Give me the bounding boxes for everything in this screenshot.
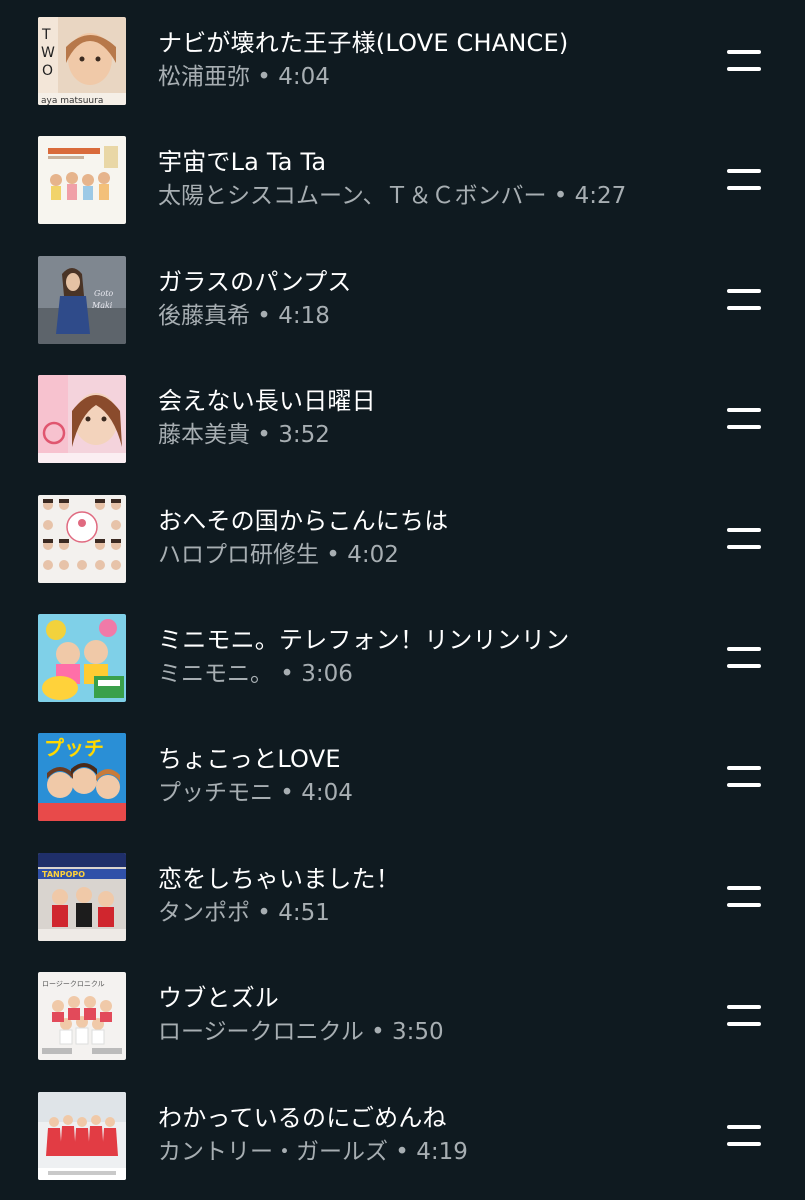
drag-handle-icon[interactable] (722, 643, 766, 673)
track-subtitle: 後藤真希 • 4:18 (158, 302, 330, 329)
track-title: ナビが壊れた王子様(LOVE CHANCE) (158, 29, 569, 57)
track-subtitle: ハロプロ研修生 • 4:02 (158, 541, 399, 568)
track-title: ウブとズル (158, 984, 279, 1013)
album-cover[interactable]: Goto Maki (38, 255, 126, 344)
album-cover[interactable] (38, 614, 126, 702)
svg-text:Maki: Maki (91, 301, 113, 310)
svg-text:プッチ: プッチ (44, 736, 104, 760)
track-subtitle: 松浦亜弥 • 4:04 (158, 64, 330, 90)
album-art-caption: TANPOPO (42, 870, 85, 879)
album-art-caption: aya matsuura (41, 96, 103, 105)
track-row[interactable]: プッチ ちょこっとLOVE プッチモニ • 4:04 (0, 716, 805, 835)
drag-handle-icon[interactable] (722, 882, 766, 912)
album-art-9: ロージークロニクル (38, 972, 126, 1061)
svg-text:Goto: Goto (94, 289, 113, 298)
track-row[interactable]: おへその国からこんにちは ハロプロ研修生 • 4:02 (0, 478, 805, 597)
track-row[interactable]: ロージークロニクル ウブとズル ロージークロニクル • 3:50 (0, 955, 805, 1074)
track-title: 宇宙でLa Ta Ta (158, 148, 327, 177)
album-art-1: T W O aya matsuura (38, 17, 126, 105)
track-title: 恋をしちゃいました！ (158, 864, 400, 893)
album-art-6 (38, 614, 126, 702)
album-cover[interactable] (38, 1091, 126, 1180)
album-cover[interactable]: プッチ (38, 733, 126, 822)
track-subtitle: カントリー・ガールズ • 4:19 (158, 1138, 468, 1165)
album-art-5 (38, 494, 126, 583)
track-subtitle: 藤本美貴 • 3:52 (158, 422, 330, 449)
track-row[interactable]: T W O aya matsuura ナビが壊れた王子様(LOVE CHANCE… (0, 0, 805, 119)
track-row[interactable]: ミニモニ。テレフォン！リンリンリン ミニモニ。 • 3:06 (0, 597, 805, 716)
track-title: ミニモニ。テレフォン！リンリンリン (158, 626, 570, 654)
album-cover[interactable]: ロージークロニクル (38, 972, 126, 1061)
svg-text:W: W (41, 45, 55, 61)
drag-handle-icon[interactable] (722, 1001, 766, 1031)
album-art-7: プッチ (38, 733, 126, 822)
album-art-10 (38, 1091, 126, 1180)
svg-text:O: O (42, 63, 53, 79)
track-title: ガラスのパンプス (158, 267, 352, 296)
track-row[interactable]: Goto Maki ガラスのパンプス 後藤真希 • 4:18 (0, 239, 805, 358)
track-subtitle: 太陽とシスコムーン、Ｔ＆Ｃボンバー • 4:27 (158, 183, 627, 210)
track-subtitle: ロージークロニクル • 3:50 (158, 1019, 444, 1046)
track-row[interactable]: TANPOPO 恋をしちゃいました！ タンポポ • 4:51 (0, 836, 805, 955)
track-row[interactable]: 会えない長い日曜日 藤本美貴 • 3:52 (0, 358, 805, 477)
track-subtitle: プッチモニ • 4:04 (158, 780, 353, 807)
album-art-caption: ロージークロニクル (42, 980, 105, 988)
drag-handle-icon[interactable] (722, 165, 766, 195)
track-subtitle: ミニモニ。 • 3:06 (158, 661, 353, 687)
drag-handle-icon[interactable] (722, 762, 766, 792)
track-title: おへその国からこんにちは (158, 506, 449, 535)
drag-handle-icon[interactable] (722, 46, 766, 76)
track-row[interactable]: 宇宙でLa Ta Ta 太陽とシスコムーン、Ｔ＆Ｃボンバー • 4:27 (0, 119, 805, 238)
album-cover[interactable] (38, 375, 126, 464)
track-title: わかっているのにごめんね (158, 1103, 447, 1132)
album-art-3: Goto Maki (38, 255, 126, 344)
album-cover[interactable] (38, 494, 126, 583)
album-art-8: TANPOPO (38, 852, 126, 941)
svg-text:T: T (41, 27, 51, 43)
track-title: 会えない長い日曜日 (158, 387, 376, 416)
track-subtitle: タンポポ • 4:51 (158, 899, 330, 926)
track-title: ちょこっとLOVE (158, 745, 341, 774)
album-art-2 (38, 136, 126, 225)
album-art-4 (38, 375, 126, 464)
queue-list: T W O aya matsuura ナビが壊れた王子様(LOVE CHANCE… (0, 0, 805, 1200)
album-cover[interactable] (38, 136, 126, 225)
drag-handle-icon[interactable] (722, 285, 766, 315)
drag-handle-icon[interactable] (722, 404, 766, 434)
drag-handle-icon[interactable] (722, 524, 766, 554)
album-cover[interactable]: T W O aya matsuura (38, 17, 126, 105)
drag-handle-icon[interactable] (722, 1121, 766, 1151)
track-row[interactable]: わかっているのにごめんね カントリー・ガールズ • 4:19 (0, 1075, 805, 1194)
album-cover[interactable]: TANPOPO (38, 852, 126, 941)
